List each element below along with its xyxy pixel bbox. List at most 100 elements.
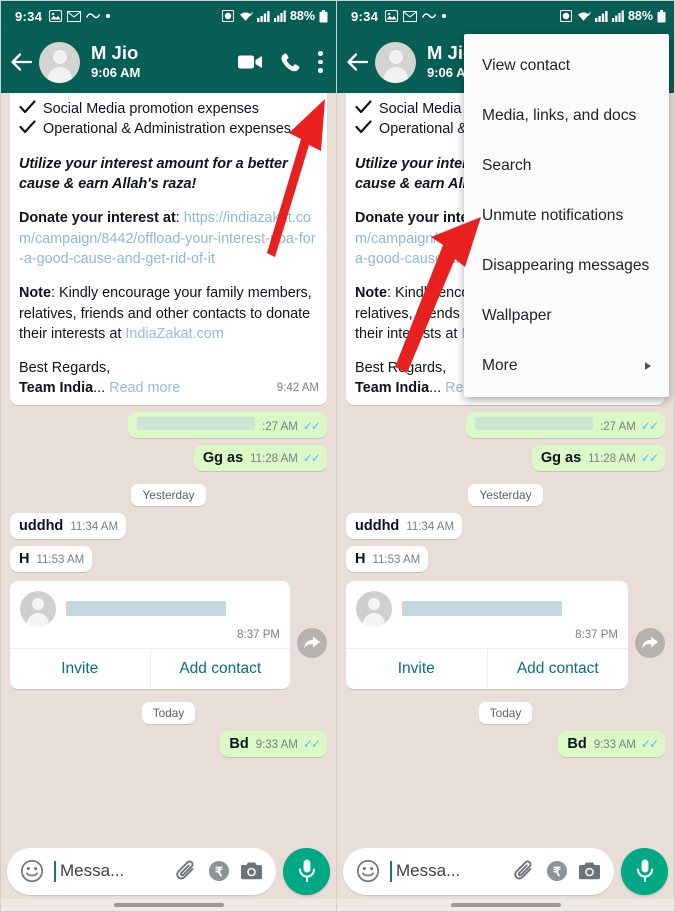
- message-bubble[interactable]: H 11:53 AM: [10, 545, 93, 572]
- video-call-icon[interactable]: [238, 53, 263, 71]
- shared-contact-card[interactable]: 8:37 PM Invite Add contact: [346, 580, 629, 689]
- message-input-field[interactable]: Messa...: [54, 860, 165, 882]
- read-receipt-icon: ✓✓: [302, 450, 321, 465]
- message-row: uddhd 11:34 AM: [10, 512, 327, 539]
- signal-icon: [594, 10, 608, 22]
- system-nav-bar: [1, 899, 336, 911]
- status-bar: 9:34 88%: [337, 1, 674, 31]
- text-caret: [54, 860, 56, 882]
- signal2-icon: [273, 10, 286, 22]
- input-pill[interactable]: Messa... ₹: [343, 847, 614, 895]
- contact-card-row: 8:37 PM Invite Add contact: [346, 580, 665, 689]
- message-text: Gg as: [202, 449, 244, 466]
- forward-arrow-icon[interactable]: [297, 627, 327, 658]
- signal2-icon: [611, 10, 624, 22]
- message-time: 11:34 AM: [70, 520, 119, 533]
- contact-card-actions: Invite Add contact: [346, 647, 629, 689]
- camera-icon[interactable]: [240, 861, 263, 881]
- message-placeholder: Messa...: [60, 861, 125, 880]
- message-text: uddhd: [355, 517, 400, 534]
- date-divider-today: Today: [478, 701, 533, 724]
- invite-button[interactable]: Invite: [10, 649, 150, 689]
- redacted-content: [137, 416, 256, 430]
- shared-contact-card[interactable]: 8:37 PM Invite Add contact: [10, 580, 291, 689]
- nav-handle: [113, 903, 224, 907]
- menu-item-media-links-docs[interactable]: Media, links, and docs: [464, 91, 669, 141]
- menu-item-more[interactable]: More: [464, 341, 669, 391]
- message-bubble[interactable]: Bd 9:33 AM ✓✓: [220, 730, 327, 757]
- back-arrow-icon[interactable]: [9, 49, 35, 75]
- status-bar-time: 9:34: [15, 8, 43, 24]
- add-contact-button[interactable]: Add contact: [149, 648, 291, 689]
- back-arrow-icon[interactable]: [345, 49, 371, 75]
- message-bubble[interactable]: Gg as 11:28 AM ✓✓: [193, 444, 327, 471]
- message-input-field[interactable]: Messa...: [390, 860, 503, 882]
- microphone-icon[interactable]: [283, 847, 330, 895]
- promo-message-bubble[interactable]: Social Media promotion expenses Operatio…: [10, 93, 327, 405]
- message-time: :27 AM: [262, 420, 298, 433]
- add-contact-button[interactable]: Add contact: [486, 648, 629, 689]
- message-row: :27 AM ✓✓: [10, 411, 327, 438]
- submenu-caret-icon: [645, 362, 651, 370]
- forward-arrow-icon[interactable]: [635, 627, 665, 658]
- alarm-icon: [559, 10, 572, 22]
- message-bubble[interactable]: H 11:53 AM: [346, 545, 429, 572]
- image-icon: [49, 10, 63, 22]
- message-row: :27 AM ✓✓: [346, 411, 665, 438]
- emoji-smiley-icon[interactable]: [20, 859, 44, 883]
- system-nav-bar: [337, 899, 674, 911]
- rupee-payment-icon[interactable]: ₹: [546, 860, 568, 882]
- text-caret: [390, 860, 392, 882]
- promo-highlight: Utilize your interest amount for a bette…: [19, 155, 288, 192]
- menu-item-wallpaper[interactable]: Wallpaper: [464, 291, 669, 341]
- overflow-menu-icon[interactable]: [318, 51, 323, 73]
- contact-title-block[interactable]: M Jio 9:06 AM: [91, 43, 238, 80]
- invite-button[interactable]: Invite: [346, 649, 487, 689]
- message-time: 11:34 AM: [406, 520, 455, 533]
- check-icon: [19, 100, 36, 115]
- menu-item-label: Unmute notifications: [482, 207, 624, 224]
- message-bubble-redacted[interactable]: :27 AM ✓✓: [128, 411, 327, 438]
- menu-item-view-contact[interactable]: View contact: [464, 41, 669, 91]
- message-bubble[interactable]: Bd 9:33 AM ✓✓: [558, 730, 665, 757]
- chat-message-list[interactable]: Social Media promotion expenses Operatio…: [1, 93, 336, 911]
- message-row: Gg as 11:28 AM ✓✓: [346, 444, 665, 471]
- read-more-link[interactable]: Read more: [109, 380, 180, 396]
- rupee-payment-icon[interactable]: ₹: [208, 860, 230, 882]
- read-receipt-icon: ✓✓: [640, 736, 659, 751]
- overflow-dropdown-menu[interactable]: View contact Media, links, and docs Sear…: [464, 34, 669, 397]
- contact-avatar[interactable]: [375, 41, 416, 83]
- menu-item-disappearing-messages[interactable]: Disappearing messages: [464, 241, 669, 291]
- message-row: H 11:53 AM: [10, 545, 327, 572]
- alarm-icon: [221, 10, 234, 22]
- contact-card-actions: Invite Add contact: [10, 647, 291, 689]
- message-bubble[interactable]: uddhd 11:34 AM: [346, 512, 463, 539]
- message-time: 11:53 AM: [36, 553, 85, 566]
- check-icon: [355, 100, 372, 115]
- menu-item-search[interactable]: Search: [464, 141, 669, 191]
- message-bubble[interactable]: uddhd 11:34 AM: [10, 512, 127, 539]
- phone-screen-left: 9:34 88% M Jio 9:06 AM Social Media prom…: [0, 0, 337, 912]
- menu-item-unmute-notifications[interactable]: Unmute notifications: [464, 191, 669, 241]
- message-time: 11:53 AM: [372, 553, 421, 566]
- camera-icon[interactable]: [578, 861, 601, 881]
- menu-item-label: Wallpaper: [482, 307, 552, 324]
- paperclip-icon[interactable]: [513, 860, 536, 883]
- promo-note-link[interactable]: IndiaZakat.com: [125, 326, 223, 342]
- microphone-icon[interactable]: [621, 847, 668, 895]
- phone-call-icon[interactable]: [280, 52, 301, 73]
- emoji-smiley-icon[interactable]: [356, 859, 380, 883]
- message-time: 11:28 AM: [250, 452, 298, 465]
- message-bubble[interactable]: Gg as 11:28 AM ✓✓: [531, 444, 665, 471]
- promo-timestamp: 9:42 AM: [276, 382, 319, 395]
- status-bar: 9:34 88%: [1, 1, 336, 31]
- message-bubble-redacted[interactable]: :27 AM ✓✓: [466, 411, 665, 438]
- message-text: Gg as: [540, 449, 582, 466]
- paperclip-icon[interactable]: [175, 860, 198, 883]
- promo-bullet-row: Operational & Administration expenses: [19, 119, 319, 139]
- contact-card-avatar: [20, 590, 56, 627]
- contact-avatar[interactable]: [39, 41, 80, 83]
- message-time: 9:33 AM: [255, 738, 298, 751]
- date-divider-today: Today: [141, 701, 196, 724]
- input-pill[interactable]: Messa... ₹: [7, 847, 276, 895]
